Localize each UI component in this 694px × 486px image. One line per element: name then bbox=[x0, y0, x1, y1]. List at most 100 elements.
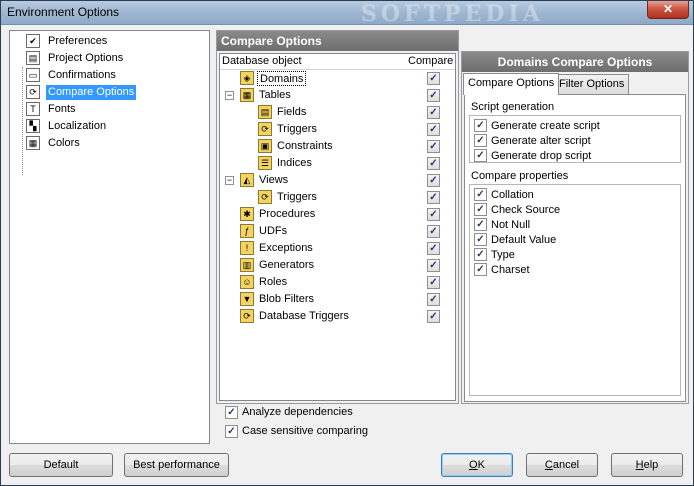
script-option-checkbox-0[interactable]: ✓ Generate create script bbox=[474, 118, 600, 133]
help-accelerator: H bbox=[635, 459, 644, 471]
expand-collapse-toggle[interactable]: − bbox=[225, 91, 234, 100]
compare-property-check[interactable]: ✓ bbox=[474, 188, 487, 201]
nav-item-4[interactable]: T Fonts bbox=[26, 101, 206, 117]
tree-row[interactable]: ☰ Indices ✓ bbox=[220, 155, 455, 172]
tree-row-label: Triggers bbox=[277, 123, 317, 135]
case-sensitive-check[interactable]: ✓ bbox=[225, 424, 238, 438]
tree-row-label: Constraints bbox=[277, 140, 333, 152]
compare-property-check[interactable]: ✓ bbox=[474, 203, 487, 216]
compare-checkbox[interactable]: ✓ bbox=[427, 72, 440, 85]
nav-item-label: Confirmations bbox=[48, 68, 116, 81]
script-option-checkbox-2[interactable]: ✓ Generate drop script bbox=[474, 148, 591, 163]
tree-row[interactable]: ƒ UDFs ✓ bbox=[220, 223, 455, 240]
tree-row-label: Views bbox=[259, 174, 289, 186]
compare-property-check[interactable]: ✓ bbox=[474, 233, 487, 246]
compare-checkbox[interactable]: ✓ bbox=[427, 140, 440, 153]
compare-checkbox[interactable]: ✓ bbox=[427, 89, 440, 102]
tree-row-label: Roles bbox=[259, 276, 288, 288]
compare-checkbox[interactable]: ✓ bbox=[427, 293, 440, 306]
compare-checkbox[interactable]: ✓ bbox=[427, 276, 440, 289]
compare-property-check[interactable]: ✓ bbox=[474, 263, 487, 276]
analyze-dependencies-check[interactable]: ✓ bbox=[225, 405, 238, 419]
compare-property-checkbox-4[interactable]: ✓ Type bbox=[474, 247, 515, 262]
index-icon: ☰ bbox=[258, 156, 272, 170]
compare-property-checkbox-5[interactable]: ✓ Charset bbox=[474, 262, 530, 277]
close-button[interactable]: ✕ bbox=[647, 1, 689, 19]
domains-compare-header: Domains Compare Options bbox=[462, 52, 688, 72]
tree-row[interactable]: ◈ Domains ✓ bbox=[220, 70, 455, 87]
compare-property-check[interactable]: ✓ bbox=[474, 248, 487, 261]
tree-row[interactable]: ✱ Procedures ✓ bbox=[220, 206, 455, 223]
script-option-check[interactable]: ✓ bbox=[474, 134, 487, 147]
tree-column-headers: Database object Compare bbox=[220, 54, 455, 70]
tree-row[interactable]: ⟳ Triggers ✓ bbox=[220, 121, 455, 138]
expand-collapse-toggle[interactable]: − bbox=[225, 176, 234, 185]
compare-property-checkbox-0[interactable]: ✓ Collation bbox=[474, 187, 534, 202]
tree-row[interactable]: ▤ Fields ✓ bbox=[220, 104, 455, 121]
compare-property-label: Type bbox=[491, 248, 515, 261]
compare-checkbox[interactable]: ✓ bbox=[427, 242, 440, 255]
dialog-icon: ▭ bbox=[26, 68, 40, 82]
help-button[interactable]: Help bbox=[611, 453, 683, 477]
nav-item-3[interactable]: ⟳ Compare Options bbox=[26, 84, 206, 100]
script-option-label: Generate alter script bbox=[491, 134, 591, 147]
title-bar[interactable]: Environment Options SOFTPEDIA ✕ bbox=[1, 1, 693, 27]
case-sensitive-checkbox[interactable]: ✓ Case sensitive comparing bbox=[225, 423, 368, 439]
compare-property-checkbox-3[interactable]: ✓ Default Value bbox=[474, 232, 556, 247]
tree-row[interactable]: ▼ Blob Filters ✓ bbox=[220, 291, 455, 308]
script-option-check[interactable]: ✓ bbox=[474, 119, 487, 132]
nav-item-2[interactable]: ▭ Confirmations bbox=[26, 67, 206, 83]
nav-item-label: Colors bbox=[48, 136, 80, 149]
tree-row[interactable]: ⟳ Database Triggers ✓ bbox=[220, 308, 455, 325]
tree-row[interactable]: − ▦ Tables ✓ bbox=[220, 87, 455, 104]
analyze-dependencies-checkbox[interactable]: ✓ Analyze dependencies bbox=[225, 404, 353, 420]
trigger-icon: ⟳ bbox=[258, 122, 272, 136]
compare-checkbox[interactable]: ✓ bbox=[427, 123, 440, 136]
nav-item-1[interactable]: ▤ Project Options bbox=[26, 50, 206, 66]
compare-property-checkbox-2[interactable]: ✓ Not Null bbox=[474, 217, 530, 232]
tab-compare-options[interactable]: Compare Options bbox=[463, 73, 560, 95]
case-sensitive-label: Case sensitive comparing bbox=[242, 425, 368, 437]
environment-options-window: Environment Options SOFTPEDIA ✕ ✔ Prefere… bbox=[0, 0, 694, 486]
script-option-checkbox-1[interactable]: ✓ Generate alter script bbox=[474, 133, 591, 148]
cancel-button[interactable]: Cancel bbox=[526, 453, 598, 477]
compare-checkbox[interactable]: ✓ bbox=[427, 259, 440, 272]
compare-checkbox[interactable]: ✓ bbox=[427, 191, 440, 204]
nav-item-6[interactable]: ▦ Colors bbox=[26, 135, 206, 151]
help-label-rest: elp bbox=[643, 459, 659, 471]
column-compare[interactable]: Compare bbox=[408, 55, 453, 67]
default-button[interactable]: Default bbox=[9, 453, 113, 477]
tab-filter-options[interactable]: Filter Options bbox=[554, 74, 630, 94]
tree-row-label: Generators bbox=[259, 259, 315, 271]
tree-row[interactable]: ▥ Generators ✓ bbox=[220, 257, 455, 274]
compare-checkbox[interactable]: ✓ bbox=[427, 225, 440, 238]
nav-item-0[interactable]: ✔ Preferences bbox=[26, 33, 206, 49]
best-performance-button[interactable]: Best performance bbox=[124, 453, 229, 477]
options-category-tree[interactable]: ✔ Preferences ▤ Project Options ▭ Confirmatio… bbox=[9, 30, 210, 444]
column-database-object[interactable]: Database object bbox=[222, 55, 302, 67]
window-title: Environment Options bbox=[7, 5, 120, 19]
script-option-check[interactable]: ✓ bbox=[474, 149, 487, 162]
compare-icon: ⟳ bbox=[26, 85, 40, 99]
tree-row[interactable]: ▣ Constraints ✓ bbox=[220, 138, 455, 155]
tree-row[interactable]: − ◭ Views ✓ bbox=[220, 172, 455, 189]
role-icon: ☺ bbox=[240, 275, 254, 289]
compare-properties-list: ✓ Collation ✓ Check Source ✓ Not Null ✓ Default… bbox=[469, 184, 681, 396]
compare-checkbox[interactable]: ✓ bbox=[427, 157, 440, 170]
compare-property-checkbox-1[interactable]: ✓ Check Source bbox=[474, 202, 560, 217]
compare-checkbox[interactable]: ✓ bbox=[427, 174, 440, 187]
compare-checkbox[interactable]: ✓ bbox=[427, 310, 440, 323]
tree-row-label: Blob Filters bbox=[259, 293, 315, 305]
tree-row[interactable]: ⟳ Triggers ✓ bbox=[220, 189, 455, 206]
nav-item-5[interactable]: ▚ Localization bbox=[26, 118, 206, 134]
tree-row[interactable]: ☺ Roles ✓ bbox=[220, 274, 455, 291]
compare-options-header: Compare Options bbox=[217, 31, 458, 51]
ok-button[interactable]: OK bbox=[441, 453, 513, 477]
compare-property-check[interactable]: ✓ bbox=[474, 218, 487, 231]
compare-checkbox[interactable]: ✓ bbox=[427, 106, 440, 119]
database-object-tree[interactable]: Database object Compare ◈ Domains ✓ − ▦ Table… bbox=[219, 53, 456, 401]
compare-checkbox[interactable]: ✓ bbox=[427, 208, 440, 221]
flag-icon: ▚ bbox=[26, 119, 40, 133]
tree-row[interactable]: ! Exceptions ✓ bbox=[220, 240, 455, 257]
tree-row-label: Fields bbox=[277, 106, 307, 118]
